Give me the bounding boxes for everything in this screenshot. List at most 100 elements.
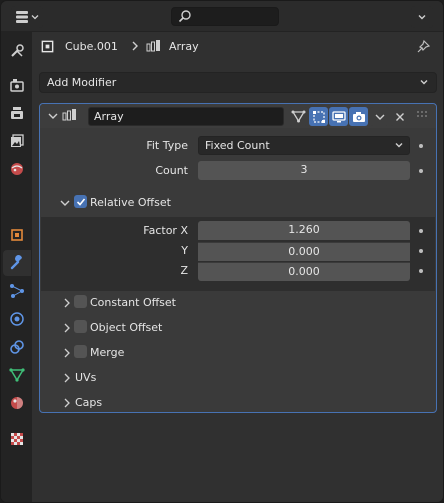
search-icon [178, 10, 191, 23]
fit-type-value: Fixed Count [205, 139, 270, 152]
constant-offset-checkbox[interactable] [74, 295, 87, 308]
animate-property-dot[interactable] [419, 144, 423, 148]
wrench-icon [10, 255, 22, 270]
factor-x-field[interactable]: 1.260 [198, 221, 410, 240]
tab-particles[interactable] [3, 278, 31, 304]
tab-material[interactable] [3, 390, 31, 416]
factor-x-label: Factor X [143, 224, 188, 237]
constant-offset-subpanel-header[interactable]: Constant Offset [40, 290, 436, 315]
camera-icon [352, 111, 365, 122]
physics-icon [10, 312, 24, 326]
animate-property-dot[interactable] [419, 269, 423, 273]
properties-editor: Cube.001 Array Add Modifier Array Fit Ty… [0, 0, 444, 503]
chevron-down-icon [31, 15, 39, 20]
remove-modifier-button[interactable] [390, 107, 409, 126]
uvs-subpanel-header[interactable]: UVs [40, 365, 436, 390]
factor-y-field[interactable]: 0.000 [198, 242, 410, 261]
caps-label: Caps [75, 396, 103, 409]
caps-subpanel-header[interactable]: Caps [40, 390, 436, 415]
render-button[interactable] [349, 107, 368, 126]
pin-icon[interactable] [415, 39, 431, 55]
tab-render[interactable] [3, 72, 31, 98]
animate-property-dot[interactable] [419, 169, 423, 173]
editor-type-selector[interactable] [11, 6, 43, 28]
scene-icon [11, 163, 23, 175]
factor-y-label: Y [181, 244, 188, 257]
array-modifier-icon [62, 109, 76, 121]
mesh-data-icon [9, 368, 25, 382]
checkmark-icon [76, 197, 85, 206]
fit-type-label: Fit Type [146, 139, 188, 152]
vertex-triangle-icon [291, 110, 306, 123]
constant-offset-label: Constant Offset [90, 296, 176, 309]
chevron-right-icon [64, 298, 70, 308]
tab-physics[interactable] [3, 306, 31, 332]
count-label: Count [155, 164, 188, 177]
relative-offset-label: Relative Offset [90, 196, 171, 209]
editor-header [1, 1, 443, 32]
relative-offset-checkbox[interactable] [74, 195, 87, 208]
chevron-right-icon [64, 348, 70, 358]
modifier-panel-header: Array [40, 104, 436, 128]
breadcrumb-object-name: Cube.001 [65, 40, 118, 53]
monitor-icon [331, 110, 346, 122]
uvs-label: UVs [75, 371, 97, 384]
relative-offset-subpanel-header[interactable]: Relative Offset [40, 190, 436, 215]
object-offset-subpanel-header[interactable]: Object Offset [40, 315, 436, 340]
tab-object[interactable] [3, 222, 31, 248]
chevron-down-icon[interactable] [47, 110, 59, 122]
modifier-properties: Cube.001 Array Add Modifier Array Fit Ty… [32, 32, 443, 502]
animate-property-dot[interactable] [419, 249, 423, 253]
realtime-viewport-button[interactable] [329, 107, 348, 126]
count-value: 3 [300, 163, 308, 176]
close-icon [395, 112, 404, 121]
count-field[interactable]: 3 [198, 161, 410, 180]
render-icon [10, 79, 24, 92]
on-cage-button[interactable] [289, 107, 308, 126]
add-modifier-label: Add Modifier [47, 76, 117, 89]
options-dropdown-button[interactable] [411, 6, 433, 28]
properties-editor-icon [16, 11, 28, 23]
edit-mode-icon [312, 110, 325, 123]
fit-type-dropdown[interactable]: Fixed Count [198, 136, 410, 155]
edit-mode-button[interactable] [309, 107, 328, 126]
chevron-down-icon [375, 114, 384, 120]
chevron-down-icon [60, 200, 70, 206]
merge-checkbox[interactable] [74, 345, 87, 358]
constraints-icon [10, 340, 24, 354]
drag-handle-icon[interactable] [416, 110, 430, 120]
modifier-name-text: Array [94, 110, 124, 123]
breadcrumb-modifier-name: Array [169, 40, 199, 53]
tab-constraints[interactable] [3, 334, 31, 360]
tab-object-data[interactable] [3, 362, 31, 388]
chevron-right-icon [64, 323, 70, 333]
tab-view-layer[interactable] [3, 128, 31, 154]
modifier-options-button[interactable] [370, 107, 389, 126]
chevron-down-icon [395, 143, 403, 148]
texture-icon [11, 433, 23, 445]
factor-x-value: 1.260 [288, 223, 320, 236]
tab-texture[interactable] [3, 426, 31, 452]
factor-z-field[interactable]: 0.000 [198, 262, 410, 281]
tab-scene[interactable] [3, 156, 31, 182]
chevron-right-icon [64, 373, 70, 383]
chevron-down-icon [418, 15, 426, 20]
object-icon [11, 229, 23, 241]
merge-subpanel-header[interactable]: Merge [40, 340, 436, 365]
tab-modifiers[interactable] [3, 250, 31, 276]
add-modifier-dropdown[interactable]: Add Modifier [39, 72, 437, 93]
factor-y-value: 0.000 [288, 245, 320, 258]
tab-tool[interactable] [3, 38, 31, 64]
chevron-down-icon [420, 80, 428, 85]
tool-icon [11, 44, 24, 57]
object-offset-checkbox[interactable] [74, 320, 87, 333]
factor-z-value: 0.000 [288, 265, 320, 278]
modifier-name-field[interactable]: Array [88, 107, 284, 126]
chevron-right-icon [64, 398, 70, 408]
properties-tabs [1, 32, 32, 502]
animate-property-dot[interactable] [419, 229, 423, 233]
search-input[interactable] [171, 7, 279, 26]
factor-z-label: Z [180, 264, 188, 277]
tab-output[interactable] [3, 100, 31, 126]
view-layer-icon [11, 134, 24, 147]
